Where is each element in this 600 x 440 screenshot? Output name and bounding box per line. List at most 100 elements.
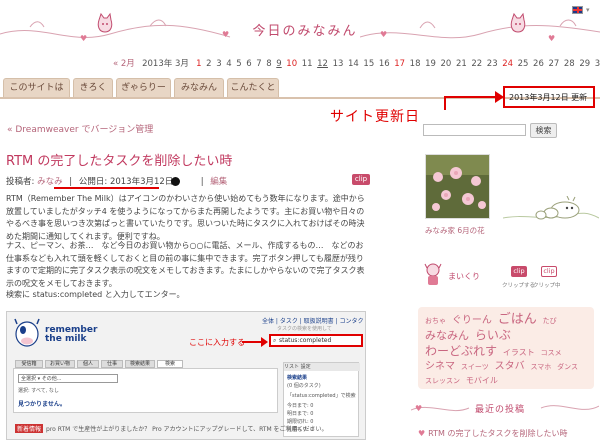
- rtm-top-links: 全体 | タスク | 取扱説明書 | コンタクト | 設定 | ヘルプ | ログ…: [262, 318, 365, 325]
- tag-link[interactable]: わーどぷれす: [425, 344, 497, 358]
- clip-add-button[interactable]: clip: [511, 266, 527, 277]
- calendar-day[interactable]: 18: [410, 59, 421, 69]
- calendar-day[interactable]: 23: [487, 59, 498, 69]
- maikuri-label[interactable]: まいくり: [448, 271, 480, 282]
- calendar-day[interactable]: 29: [579, 59, 590, 69]
- nav-tab-about[interactable]: このサイトは: [3, 78, 70, 97]
- clip-add-label: クリップする: [502, 283, 536, 289]
- annotation-arrow-stem: [444, 96, 446, 110]
- calendar-day[interactable]: 13: [333, 59, 344, 69]
- calendar-day[interactable]: 21: [456, 59, 467, 69]
- calendar-day[interactable]: 19: [425, 59, 436, 69]
- clip-button[interactable]: clip: [352, 174, 370, 185]
- calendar-day[interactable]: 11: [302, 59, 313, 69]
- tag-link[interactable]: たび: [543, 317, 557, 325]
- calendar-day[interactable]: 28: [564, 59, 575, 69]
- author-link[interactable]: みなみ: [37, 177, 63, 187]
- maikuri-girl-icon: [424, 263, 442, 285]
- calendar-prev-month[interactable]: « 2月: [113, 57, 135, 69]
- tag-link[interactable]: スレッスン: [425, 377, 460, 385]
- post-title[interactable]: RTM の完了したタスクを削除したい時: [6, 150, 232, 169]
- site-title[interactable]: 今日のみなみん: [250, 20, 360, 39]
- previous-post-link[interactable]: « Dreamweaver でバージョン管理: [7, 122, 153, 135]
- uk-flag-icon[interactable]: [572, 6, 583, 14]
- calendar-day[interactable]: 14: [348, 59, 359, 69]
- tag-link[interactable]: スイーツ: [461, 363, 489, 371]
- recent-post-item[interactable]: ♥ RTM の完了したタスクを削除したい時: [418, 428, 567, 439]
- calendar-day[interactable]: 10: [286, 59, 297, 69]
- nav-tab-contact[interactable]: こんたくと: [227, 78, 279, 97]
- vine-decoration-right: [360, 19, 600, 39]
- calendar-day[interactable]: 3: [216, 59, 221, 69]
- tag-link[interactable]: らいぶ: [475, 328, 511, 342]
- recent-posts-title: 最近の投稿: [475, 405, 526, 415]
- rtm-logo-text: remember the milk: [45, 326, 97, 344]
- tag-link[interactable]: モバイル: [466, 376, 498, 385]
- recent-post-title[interactable]: RTM の完了したタスクを削除したい時: [428, 429, 567, 438]
- calendar-day[interactable]: 27: [548, 59, 559, 69]
- calendar-day[interactable]: 26: [533, 59, 544, 69]
- heart-icon: ♥: [222, 30, 230, 39]
- calendar-day[interactable]: 1: [196, 59, 201, 69]
- clipped-button[interactable]: clip: [541, 266, 557, 277]
- edit-link[interactable]: 編集: [210, 177, 227, 187]
- tag-link[interactable]: ぐりーん: [452, 315, 492, 326]
- sidebar-search-input[interactable]: [423, 124, 526, 136]
- flower-photo[interactable]: [425, 154, 490, 219]
- nav-tab-gallery[interactable]: ぎゃらりー: [116, 78, 171, 97]
- post-paragraph: 検索に status:completed と入力してエンター。: [6, 290, 185, 299]
- site-header: ♥ ♥ 今日のみなみん ♥ ♥ ▾: [0, 0, 600, 56]
- rtm-tab: 検索: [157, 360, 183, 368]
- calendar-day[interactable]: 22: [471, 59, 482, 69]
- tag-link[interactable]: スマホ: [531, 363, 552, 371]
- tag-link[interactable]: イラスト: [503, 348, 535, 357]
- tag-link[interactable]: シネマ: [425, 361, 455, 372]
- nav-tab-minamin[interactable]: みなみん: [174, 78, 224, 97]
- calendar-day[interactable]: 30: [595, 59, 600, 69]
- meta-separator: |: [200, 177, 204, 187]
- author-label: 投稿者:: [6, 177, 35, 187]
- calendar-day[interactable]: 12: [317, 59, 328, 69]
- published-date: 公開日: 2013年3月12日: [78, 177, 174, 187]
- rtm-list-row: (0 個のタスク): [287, 383, 321, 389]
- post-meta: 投稿者: みなみ | 公開日: 2013年3月12日 | 編集: [6, 175, 227, 187]
- heart-icon: ♥: [418, 429, 426, 438]
- calendar-day[interactable]: 4: [226, 59, 231, 69]
- search-icon: ⌕: [273, 337, 277, 344]
- tag-link[interactable]: おちゃ: [425, 317, 446, 325]
- tag-link[interactable]: ダンス: [557, 363, 578, 371]
- calendar-day[interactable]: 5: [236, 59, 241, 69]
- calendar-day[interactable]: 16: [379, 59, 390, 69]
- nav-tab-records[interactable]: きろく: [73, 78, 113, 97]
- calendar-day[interactable]: 20: [441, 59, 452, 69]
- heart-icon: ♥: [380, 30, 388, 39]
- calendar-day[interactable]: 15: [363, 59, 374, 69]
- photo-caption[interactable]: みなみ家 6月の花: [425, 225, 485, 236]
- sidebar-search-button[interactable]: 検索: [530, 123, 557, 138]
- calendar-day[interactable]: 6: [246, 59, 251, 69]
- calendar-day[interactable]: 17: [394, 59, 405, 69]
- tag-link[interactable]: みなみん: [425, 329, 469, 342]
- calendar-current-month: 2013年 3月: [142, 59, 189, 69]
- calendar-day[interactable]: 7: [256, 59, 261, 69]
- calendar-days: 1 2 3 4 5 6 7 8 9 10 11 12 13 14 15 16 17 18 19 20 21 22 23 24 2…: [196, 59, 600, 69]
- rtm-tab: 検索結果: [125, 360, 155, 368]
- rtm-tab: お買い物: [45, 360, 75, 368]
- calendar-day[interactable]: 8: [266, 59, 271, 69]
- annotation-dot: [171, 177, 180, 186]
- language-dropdown-caret[interactable]: ▾: [586, 6, 590, 14]
- calendar-day[interactable]: 9: [276, 59, 281, 69]
- tag-link[interactable]: ごはん: [498, 312, 537, 327]
- tag-link[interactable]: スタバ: [495, 361, 525, 372]
- tag-link[interactable]: コスメ: [541, 349, 562, 357]
- rtm-screenshot: remember the milk 全体 | タスク | 取扱説明書 | コンタ…: [6, 311, 366, 440]
- rtm-tab: 受信箱: [15, 360, 43, 368]
- calendar-day[interactable]: 24: [502, 59, 513, 69]
- calendar-day[interactable]: 25: [518, 59, 529, 69]
- rtm-list-row: 今日まで: 0: [287, 403, 314, 409]
- annotation-arrow-head: [495, 91, 504, 103]
- rtm-search-value: status:completed: [279, 337, 332, 344]
- calendar-day[interactable]: 2: [206, 59, 211, 69]
- clipped-label: クリップ中: [533, 283, 561, 289]
- tag-cloud: おちゃ ぐりーん ごはん たび みなみん らいぶ わーどぷれす イラスト コスメ…: [418, 307, 594, 389]
